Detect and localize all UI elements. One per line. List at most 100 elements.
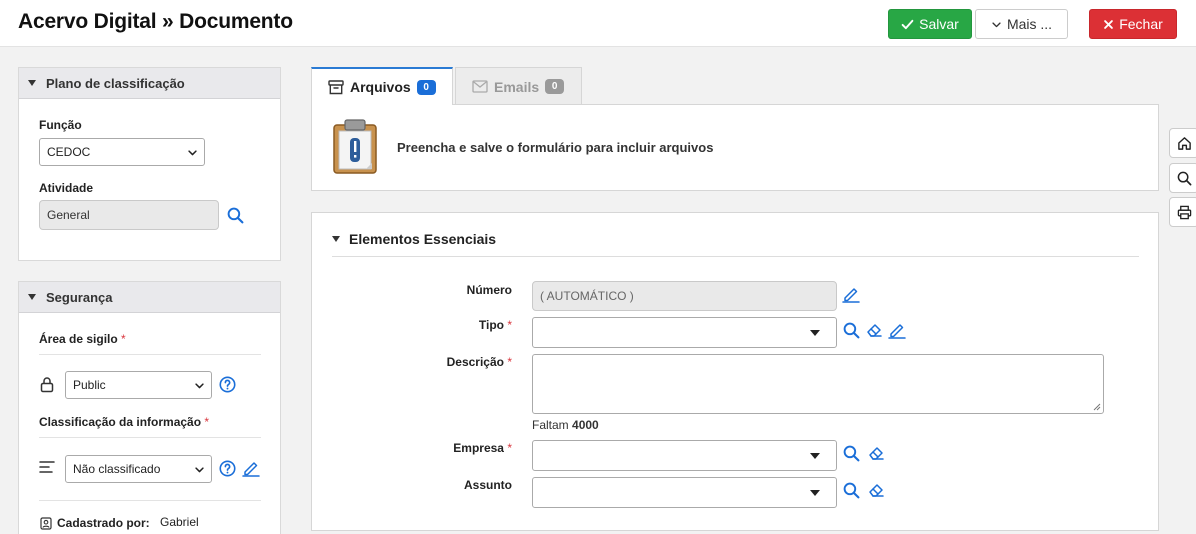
sigilo-value: Public (73, 378, 106, 392)
tab-emails[interactable]: Emails 0 (455, 67, 582, 105)
tipo-label: Tipo * (312, 318, 512, 332)
security-panel: Segurança Área de sigilo * Public Classi… (18, 281, 281, 534)
archive-box-icon (328, 79, 344, 94)
collapse-caret-icon (332, 236, 340, 242)
atividade-value: General (47, 208, 90, 222)
help-icon[interactable] (219, 376, 236, 393)
atividade-field: General (39, 200, 219, 230)
essentials-panel: Elementos Essenciais Número ( AUTOMÁTICO… (311, 212, 1159, 531)
close-button-label: Fechar (1119, 16, 1163, 32)
page-title: Acervo Digital » Documento (18, 10, 293, 33)
chevron-down-icon (195, 467, 204, 473)
char-counter: Faltam 4000 (532, 418, 599, 432)
classification-panel-title: Plano de classificação (46, 75, 185, 91)
funcao-select[interactable]: CEDOC (39, 138, 205, 166)
caret-down-icon (810, 453, 820, 459)
security-panel-title: Segurança (46, 289, 113, 305)
user-badge-icon (40, 517, 52, 530)
envelope-icon (472, 80, 488, 93)
assunto-select[interactable] (532, 477, 837, 508)
search-icon[interactable] (843, 322, 860, 339)
search-icon[interactable] (843, 445, 860, 462)
save-button[interactable]: Salvar (888, 9, 972, 39)
descricao-textarea[interactable] (532, 354, 1104, 414)
edit-pencil-icon[interactable] (842, 285, 860, 303)
required-mark: * (507, 355, 512, 369)
empresa-label-text: Empresa (453, 441, 504, 455)
sigilo-select[interactable]: Public (65, 371, 212, 399)
files-panel: Preencha e salve o formulário para inclu… (311, 104, 1159, 191)
tab-arquivos[interactable]: Arquivos 0 (311, 67, 453, 105)
close-icon (1104, 19, 1114, 29)
classificacao-select[interactable]: Não classificado (65, 455, 212, 483)
tipo-label-text: Tipo (478, 318, 504, 332)
more-button[interactable]: Mais ... (975, 9, 1068, 39)
more-button-label: Mais ... (1006, 16, 1053, 32)
tab-emails-count: 0 (545, 79, 565, 94)
chevron-down-icon (195, 383, 204, 389)
required-mark: * (121, 332, 126, 346)
essentials-title: Elementos Essenciais (349, 231, 497, 247)
classification-panel-header[interactable]: Plano de classificação (19, 68, 280, 99)
home-button[interactable] (1169, 128, 1196, 158)
tab-emails-label: Emails (494, 78, 540, 95)
edit-pencil-icon[interactable] (888, 321, 906, 339)
divider (39, 500, 261, 501)
eraser-icon[interactable] (867, 481, 885, 499)
resize-grip-icon[interactable] (1093, 403, 1101, 411)
assunto-label: Assunto (464, 478, 512, 492)
search-icon[interactable] (227, 207, 244, 224)
print-button[interactable] (1169, 197, 1196, 227)
classificacao-value: Não classificado (73, 462, 161, 476)
required-mark: * (507, 441, 512, 455)
close-button[interactable]: Fechar (1089, 9, 1177, 39)
essentials-header[interactable]: Elementos Essenciais (332, 231, 496, 247)
eraser-icon[interactable] (867, 444, 885, 462)
clipboard-warning-icon (333, 119, 377, 174)
tab-arquivos-label: Arquivos (350, 79, 411, 95)
help-icon[interactable] (219, 460, 236, 477)
funcao-label: Função (39, 118, 82, 132)
chevron-down-icon (188, 150, 197, 156)
check-icon (901, 19, 914, 29)
divider (332, 256, 1139, 257)
save-button-label: Salvar (919, 16, 959, 32)
home-icon (1177, 136, 1191, 150)
divider (39, 354, 261, 355)
classificacao-label-text: Classificação da informação (39, 415, 202, 429)
chevron-down-icon (992, 21, 1001, 27)
collapse-caret-icon (28, 294, 36, 300)
eraser-icon[interactable] (865, 321, 883, 339)
required-mark: * (204, 415, 210, 429)
classification-panel: Plano de classificação Função CEDOC Ativ… (18, 67, 281, 261)
search-icon[interactable] (843, 482, 860, 499)
empresa-label: Empresa * (312, 441, 512, 455)
tab-arquivos-count: 0 (416, 79, 436, 95)
list-lines-icon (39, 461, 55, 473)
files-message: Preencha e salve o formulário para inclu… (397, 140, 714, 155)
empresa-select[interactable] (532, 440, 837, 471)
required-mark: * (507, 318, 512, 332)
edit-pencil-icon[interactable] (242, 459, 260, 477)
char-counter-prefix: Faltam (532, 418, 569, 432)
numero-label: Número (466, 283, 512, 297)
char-counter-value: 4000 (572, 418, 599, 432)
search-side-button[interactable] (1169, 163, 1196, 193)
lock-icon (40, 377, 54, 393)
classificacao-label: Classificação da informação * (39, 415, 209, 429)
search-icon (1177, 171, 1191, 185)
funcao-value: CEDOC (47, 145, 91, 159)
cadastrado-value: Gabriel (160, 515, 199, 529)
sigilo-label: Área de sigilo * (39, 332, 126, 346)
sigilo-label-text: Área de sigilo (39, 332, 118, 346)
descricao-label: Descrição * (312, 355, 512, 369)
numero-value: ( AUTOMÁTICO ) (540, 289, 634, 303)
descricao-label-text: Descrição (446, 355, 504, 369)
caret-down-icon (810, 490, 820, 496)
tipo-select[interactable] (532, 317, 837, 348)
atividade-label: Atividade (39, 181, 94, 195)
security-panel-header[interactable]: Segurança (19, 282, 280, 313)
cadastrado-label: Cadastrado por: (57, 516, 150, 530)
collapse-caret-icon (28, 80, 36, 86)
page-header: Acervo Digital » Documento Salvar Mais .… (0, 0, 1196, 47)
